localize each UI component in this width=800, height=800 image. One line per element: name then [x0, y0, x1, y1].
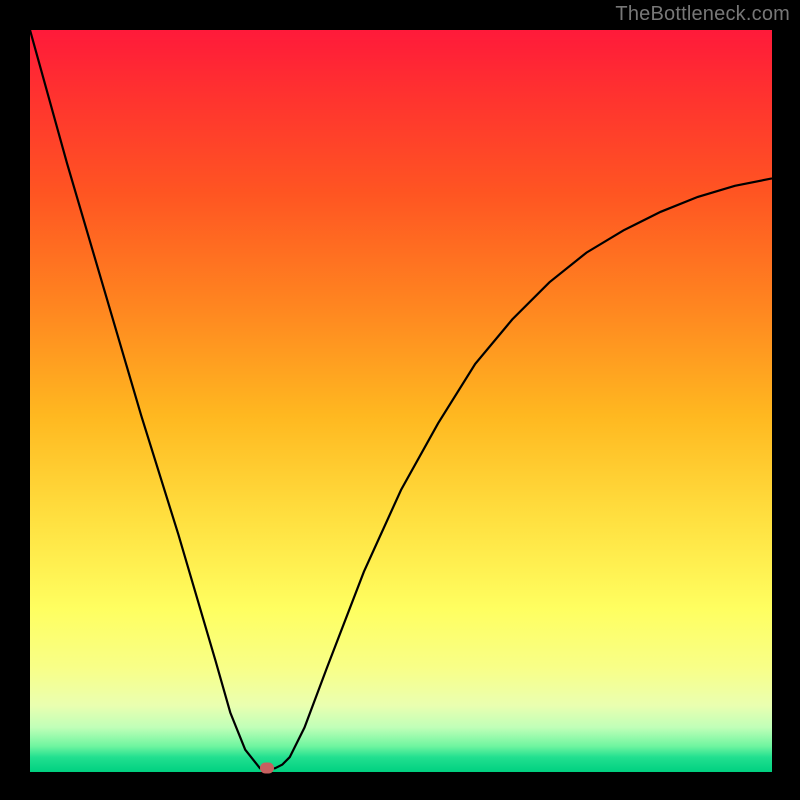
- watermark-text: TheBottleneck.com: [615, 3, 790, 26]
- curve-svg: [30, 30, 772, 772]
- chart-container: TheBottleneck.com: [0, 0, 800, 800]
- optimal-point-marker: [260, 763, 274, 774]
- bottleneck-curve: [30, 30, 772, 768]
- plot-area: [30, 30, 772, 772]
